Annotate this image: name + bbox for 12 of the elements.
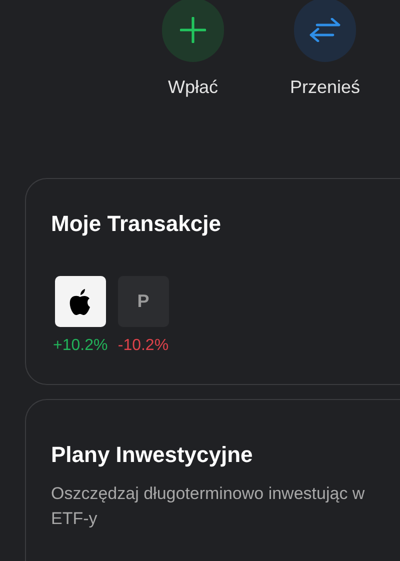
section-description: Oszczędzaj długoterminowo inwestując w ETF-y — [51, 483, 366, 530]
plus-icon — [180, 17, 206, 43]
transfer-icon — [309, 18, 341, 42]
percent-change: -10.2% — [118, 336, 169, 356]
action-label[interactable]: Przenieś — [290, 74, 360, 101]
apple-icon — [68, 288, 92, 316]
percent-change: +10.2% — [53, 336, 108, 356]
stock-letter-tile[interactable]: P — [118, 276, 169, 327]
section-title: Plany Inwestycyjne — [51, 441, 254, 469]
action-label[interactable]: Wpłać — [168, 74, 218, 101]
section-title: Moje Transakcje — [51, 210, 222, 238]
stock-logo-tile[interactable] — [54, 276, 106, 327]
